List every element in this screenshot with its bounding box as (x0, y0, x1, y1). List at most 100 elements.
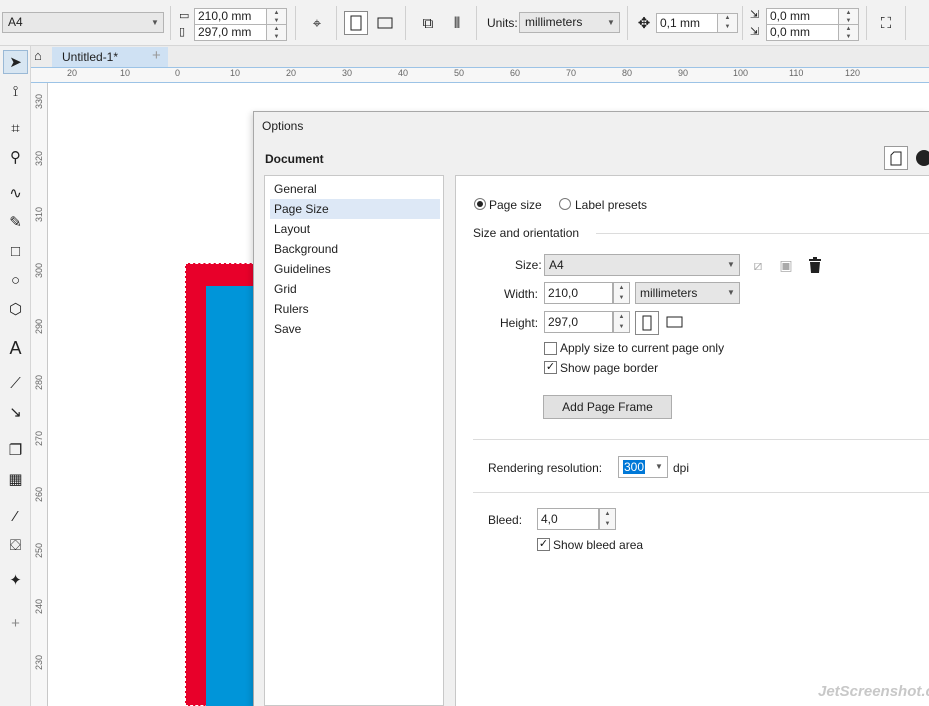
size-dropdown[interactable]: A4 ▼ (544, 254, 740, 276)
show-bleed-area-checkbox[interactable]: ✓ (537, 538, 550, 551)
delete-preset-icon[interactable] (806, 256, 824, 274)
nav-item-background[interactable]: Background (270, 239, 440, 259)
height-spinner[interactable]: ▲ ▼ (613, 311, 630, 333)
show-bleed-area-label[interactable]: Show bleed area (553, 538, 643, 552)
page-height-spinner[interactable]: ▲ ▼ (267, 24, 287, 41)
page-size-radio-label[interactable]: Page size (489, 198, 542, 212)
nav-item-rulers[interactable]: Rulers (270, 299, 440, 319)
ruler-tick-label: 310 (34, 206, 44, 222)
horizontal-ruler[interactable]: 20 10 0 10 20 30 40 50 60 70 80 90 100 110 120 (31, 67, 929, 83)
nudge-field[interactable]: 0,1 mm (656, 13, 718, 33)
treat-as-filled-icon[interactable]: ⛶ (874, 11, 898, 35)
nav-item-grid[interactable]: Grid (270, 279, 440, 299)
chevron-down-icon: ▼ (151, 18, 159, 27)
page-height-icon: ▯ (179, 26, 186, 38)
nav-item-guidelines[interactable]: Guidelines (270, 259, 440, 279)
connector-tool-icon[interactable]: ↘ (3, 400, 28, 424)
nav-item-save[interactable]: Save (270, 319, 440, 339)
parallel-dimension-icon[interactable]: ⟋ (3, 371, 28, 395)
apply-current-page-label[interactable]: Apply size to current page only (560, 341, 724, 355)
section-title: Document (265, 152, 324, 166)
close-icon[interactable] (916, 150, 929, 166)
zoom-tool-icon[interactable]: ⚲ (3, 145, 28, 169)
page-width-field[interactable]: 210,0 mm (194, 8, 267, 25)
page-layout-icon[interactable]: ⧉ (416, 11, 440, 35)
crop-tool-icon[interactable]: ⌗ (3, 116, 28, 140)
align-bottom-icon[interactable]: ⫴ (445, 11, 469, 35)
width-spinner[interactable]: ▲ ▼ (613, 282, 630, 304)
eyedropper-icon[interactable]: ⁄ (3, 504, 28, 528)
portrait-button[interactable] (344, 11, 368, 35)
ruler-tick-label: 0 (175, 68, 181, 78)
nav-item-page-size[interactable]: Page Size (270, 199, 440, 219)
tab-untitled-1[interactable]: Untitled-1* (52, 47, 168, 67)
bleed-spinner[interactable]: ▲ ▼ (599, 508, 616, 530)
interactive-fill-icon[interactable]: ⛋ (3, 533, 28, 557)
ruler-tick-label: 110 (789, 68, 804, 78)
pick-tool-icon[interactable]: ➤ (3, 50, 28, 74)
width-label: Width: (504, 287, 539, 301)
rectangle-tool-icon[interactable]: □ (3, 239, 28, 263)
save-preset-icon[interactable]: ▣ (777, 256, 795, 274)
bleed-field[interactable]: 4,0 (537, 508, 599, 530)
label-presets-radio-label[interactable]: Label presets (575, 198, 647, 212)
units-dialog-value: millimeters (640, 286, 698, 300)
duplicate-x-icon: ⇲ (750, 9, 760, 21)
dpi-label: dpi (673, 461, 690, 475)
rendering-resolution-label: Rendering resolution: (488, 461, 603, 475)
separator (295, 6, 296, 40)
add-tool-icon[interactable]: + (3, 611, 28, 635)
duplicate-y-spinner[interactable]: ▲ ▼ (839, 24, 859, 41)
units-dropdown[interactable]: millimeters ▼ (519, 12, 620, 33)
transparency-icon[interactable]: ▦ (3, 467, 28, 491)
ruler-tick-label: 70 (566, 68, 577, 78)
nav-item-layout[interactable]: Layout (270, 219, 440, 239)
label-presets-radio[interactable] (559, 198, 571, 210)
new-tab-icon[interactable]: + (152, 47, 161, 64)
bleed-value: 4,0 (541, 512, 558, 526)
drop-shadow-icon[interactable]: ❐ (3, 438, 28, 462)
landscape-orientation-button[interactable] (666, 316, 683, 331)
all-pages-icon[interactable]: ⌖ (305, 11, 329, 35)
page-height-field[interactable]: 297,0 mm (194, 24, 267, 41)
ruler-tick-label: 20 (286, 68, 297, 78)
width-value: 210,0 (548, 286, 579, 300)
custom-page-icon[interactable]: ⧄ (749, 256, 767, 274)
polygon-tool-icon[interactable]: ⬡ (3, 297, 28, 321)
toolbox: ➤ ⟟ ⌗ ⚲ ∿ ✎ □ ○ ⬡ A ⟋ ↘ ❐ ▦ ⁄ ⛋ ✦ + (0, 46, 31, 706)
duplicate-x-field[interactable]: 0,0 mm (766, 8, 839, 25)
artistic-media-icon[interactable]: ✎ (3, 210, 28, 234)
ruler-tick-label: 10 (120, 68, 131, 78)
page-height-value: 297,0 mm (198, 25, 252, 39)
portrait-orientation-button[interactable] (635, 311, 659, 335)
duplicate-y-field[interactable]: 0,0 mm (766, 24, 839, 41)
shape-tool-icon[interactable]: ⟟ (3, 79, 28, 103)
width-field[interactable]: 210,0 (544, 282, 613, 304)
chevron-down-icon: ▼ (727, 260, 735, 269)
duplicate-x-spinner[interactable]: ▲ ▼ (839, 8, 859, 25)
page-size-radio[interactable] (474, 198, 486, 210)
units-dropdown-dialog[interactable]: millimeters ▼ (635, 282, 740, 304)
add-page-frame-button[interactable]: Add Page Frame (543, 395, 672, 419)
nudge-spinner[interactable]: ▲ ▼ (718, 13, 738, 33)
home-icon[interactable]: ⌂ (34, 48, 50, 64)
nav-item-general[interactable]: General (270, 179, 440, 199)
freehand-tool-icon[interactable]: ∿ (3, 181, 28, 205)
height-field[interactable]: 297,0 (544, 311, 613, 333)
smart-fill-icon[interactable]: ✦ (3, 568, 28, 592)
landscape-icon (377, 17, 393, 29)
page-preset-dropdown[interactable]: A4 ▼ (2, 12, 164, 33)
ellipse-tool-icon[interactable]: ○ (3, 268, 28, 292)
show-page-border-checkbox[interactable]: ✓ (544, 361, 557, 374)
landscape-button[interactable] (373, 11, 397, 35)
page-icon-button[interactable] (884, 146, 908, 170)
options-nav-list: General Page Size Layout Background Guid… (264, 175, 444, 706)
rendering-resolution-dropdown[interactable]: 300 ▼ (618, 456, 668, 478)
apply-current-page-checkbox[interactable] (544, 342, 557, 355)
page-width-spinner[interactable]: ▲ ▼ (267, 8, 287, 25)
vertical-ruler[interactable]: 330 320 310 300 290 280 270 260 250 240 230 (31, 83, 48, 706)
show-page-border-label[interactable]: Show page border (560, 361, 658, 375)
separator (476, 6, 477, 40)
text-tool-icon[interactable]: A (3, 336, 28, 360)
ruler-tick-label: 270 (34, 430, 44, 446)
